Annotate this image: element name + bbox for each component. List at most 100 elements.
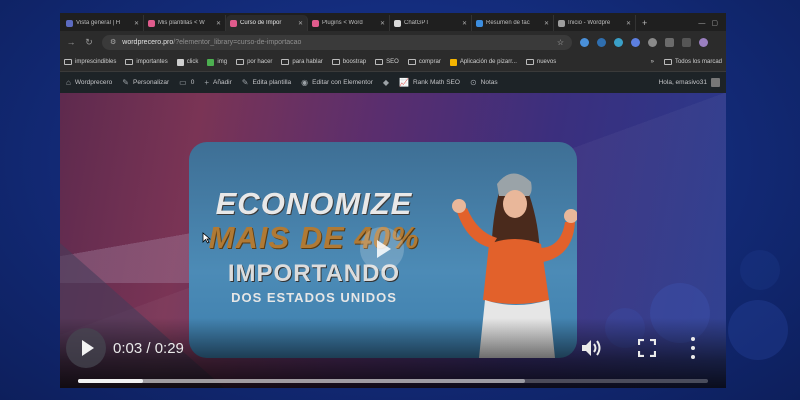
elementor-icon (230, 19, 237, 27)
promo-headline-3: IMPORTANDO (227, 260, 401, 287)
video-player[interactable]: ECONOMIZE MAIS DE 40% IMPORTANDO DOS EST… (60, 93, 726, 388)
volume-icon[interactable] (580, 338, 604, 358)
bookmarks-overflow[interactable]: » (651, 59, 654, 65)
url-host: wordprecero.pro (122, 38, 174, 46)
profile-avatar[interactable] (699, 37, 708, 47)
address-toolbar: → ↻ ⚙ wordprecero.pro/?elementor_library… (60, 31, 726, 53)
folder-icon (281, 59, 290, 65)
tab-title: Curso de Impor (240, 20, 282, 26)
browser-tab[interactable]: Curso de Impor ✕ (226, 15, 308, 31)
browser-tab[interactable]: Inicio - Wordpre ✕ (554, 15, 636, 31)
notes-icon: ⊙ (469, 78, 477, 87)
bookmark-item[interactable]: boostrap (331, 59, 366, 65)
center-play-button[interactable] (360, 227, 404, 271)
new-tab-button[interactable]: + (636, 15, 653, 31)
close-tab-icon[interactable]: ✕ (298, 20, 303, 27)
folder-icon (525, 59, 534, 65)
wp-rank-math[interactable]: 📈 Rank Math SEO (399, 78, 460, 87)
extensions-puzzle-icon[interactable] (665, 37, 674, 47)
tab-title: Resumen de fac (486, 20, 530, 26)
fullscreen-icon[interactable] (638, 339, 656, 357)
close-tab-icon[interactable]: ✕ (134, 20, 139, 27)
bookmark-item[interactable]: SEO (375, 59, 399, 65)
all-bookmarks-folder[interactable]: Todos los marcad (663, 59, 722, 65)
play-icon (81, 340, 94, 356)
bookmark-item[interactable]: para hablar (281, 59, 323, 65)
tab-title: Plugins < Word (322, 20, 363, 26)
tab-strip: Vista general | H ✕ Mis plantillas < W ✕ Cur… (60, 13, 726, 31)
close-tab-icon[interactable]: ✕ (462, 20, 467, 27)
url-bar[interactable]: ⚙ wordprecero.pro/?elementor_library=cur… (102, 34, 572, 50)
elementor-icon: ◉ (301, 78, 309, 87)
play-icon (377, 240, 391, 258)
extension-icon[interactable] (597, 37, 606, 47)
folder-icon (125, 59, 134, 65)
bookmark-label: click (186, 59, 199, 65)
browser-tab[interactable]: Mis plantillas < W ✕ (144, 15, 226, 31)
bookmark-item[interactable]: click (176, 58, 199, 66)
browser-tab[interactable]: Resumen de fac ✕ (472, 15, 554, 31)
wp-diamond[interactable]: ◆ (383, 78, 389, 87)
close-tab-icon[interactable]: ✕ (380, 20, 385, 27)
bookmark-item[interactable]: comprar (407, 59, 441, 65)
bookmark-item[interactable]: nuevos (525, 59, 557, 65)
wp-add-new[interactable]: + Añadir (204, 78, 231, 87)
reload-icon[interactable]: ↻ (84, 37, 94, 48)
bookmarks-bar: imprescindibles importantes click img por ha… (60, 53, 726, 72)
comment-icon: ▭ (179, 78, 187, 87)
rank-math-icon: 📈 (399, 78, 409, 87)
progress-bar[interactable] (78, 379, 708, 383)
greeting-label: Hola, emasivo31 (658, 79, 707, 86)
site-info-icon[interactable]: ⚙ (110, 38, 116, 46)
notes-label: Notas (480, 79, 498, 86)
browser-tab[interactable]: Plugins < Word ✕ (308, 15, 390, 31)
more-options-icon[interactable] (690, 337, 696, 359)
wp-notes[interactable]: ⊙ Notas (470, 78, 498, 87)
extension-icon[interactable] (580, 37, 589, 47)
elementor-icon (312, 19, 319, 27)
close-tab-icon[interactable]: ✕ (216, 20, 221, 27)
sidebar-icon[interactable] (682, 37, 691, 47)
wp-customize[interactable]: ✎ Personalizar (122, 78, 169, 87)
maximize-icon[interactable]: ▢ (711, 19, 718, 27)
bookmark-item[interactable]: imprescindibles (64, 59, 116, 65)
background-bubble (728, 300, 788, 360)
comment-count: 0 (190, 79, 195, 86)
plus-icon: + (204, 78, 209, 87)
wp-edit-template[interactable]: ✎ Edita plantilla (242, 78, 291, 87)
bookmark-item[interactable]: Aplicación de pizarr... (449, 58, 517, 66)
minimize-icon[interactable]: — (698, 20, 705, 27)
wp-site-name[interactable]: ⌂ Wordprecero (66, 78, 112, 87)
diamond-icon: ◆ (382, 78, 390, 87)
wordpress-icon (558, 19, 565, 27)
promo-headline-4: DOS ESTADOS UNIDOS (231, 290, 397, 305)
folder-icon (64, 59, 72, 65)
bookmark-label: Aplicación de pizarr... (459, 59, 517, 65)
wp-edit-elementor[interactable]: ◉ Editar con Elementor (301, 78, 373, 87)
site-favicon-icon (449, 58, 457, 66)
close-tab-icon[interactable]: ✕ (626, 20, 631, 27)
edit-template-label: Edita plantilla (252, 79, 292, 86)
all-bookmarks-label: Todos los marcad (674, 59, 722, 65)
pencil-icon: ✎ (241, 78, 249, 87)
play-button[interactable] (66, 328, 106, 368)
wp-account[interactable]: Hola, emasivo31 (659, 78, 720, 87)
extension-icon[interactable] (631, 37, 640, 47)
extension-icon[interactable] (614, 37, 623, 47)
close-tab-icon[interactable]: ✕ (544, 20, 549, 27)
browser-tab[interactable]: Vista general | H ✕ (62, 15, 144, 31)
window-controls: — ▢ (698, 15, 726, 31)
wp-comments[interactable]: ▭ 0 (179, 78, 194, 87)
bookmark-item[interactable]: importantes (125, 59, 168, 65)
browser-tab[interactable]: ChatGPT ✕ (390, 15, 472, 31)
site-favicon-icon (176, 58, 184, 66)
wp-admin-bar: ⌂ Wordprecero ✎ Personalizar ▭ 0 + Añadir ✎ E… (60, 72, 726, 93)
bookmark-label: nuevos (536, 59, 557, 65)
folder-icon (375, 59, 384, 65)
bookmark-item[interactable]: img (207, 58, 227, 66)
folder-icon (331, 59, 340, 65)
forward-icon[interactable]: → (66, 37, 76, 47)
bookmark-item[interactable]: por hacer (236, 59, 272, 65)
extension-icon[interactable] (648, 37, 657, 47)
bookmark-star-icon[interactable]: ☆ (557, 38, 564, 47)
